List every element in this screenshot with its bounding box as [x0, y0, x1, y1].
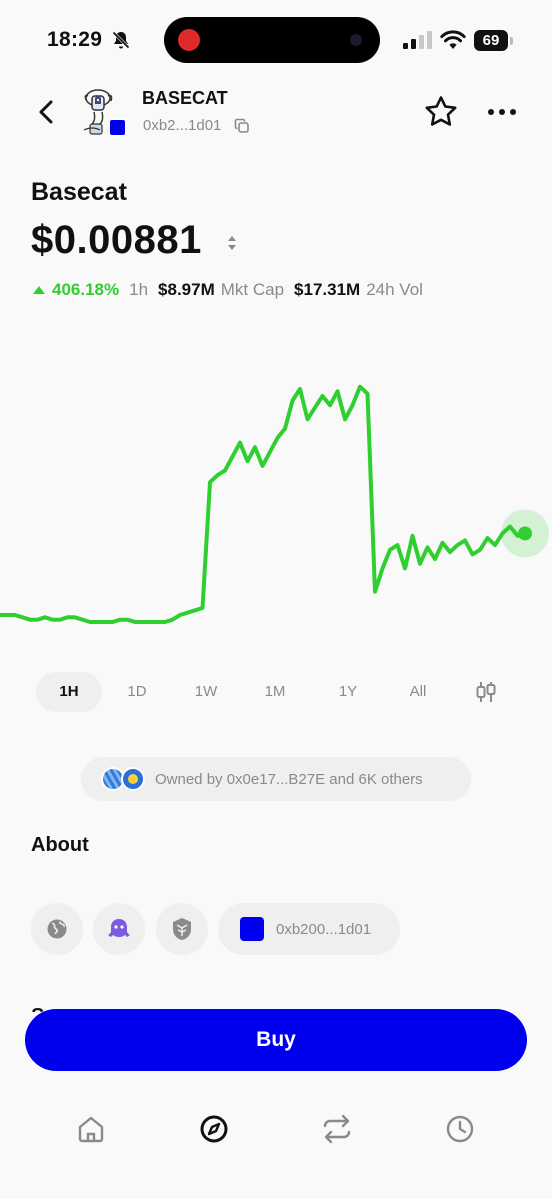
more-dot — [488, 109, 494, 115]
activity-icon — [446, 1115, 474, 1143]
farcaster-icon — [108, 919, 130, 937]
holders-text: Owned by 0x0e17...B27E and 6K others — [155, 770, 423, 788]
timeframe-1m[interactable]: 1M — [242, 672, 308, 712]
explore-icon — [200, 1115, 228, 1143]
contract-address-button[interactable]: 0xb200...1d01 — [218, 903, 400, 955]
nav-activity[interactable] — [443, 1112, 477, 1146]
status-time: 18:29 — [47, 28, 103, 51]
candlestick-icon[interactable] — [474, 680, 498, 704]
website-button[interactable] — [31, 903, 83, 955]
basescan-button[interactable] — [156, 903, 208, 955]
about-heading: About — [31, 834, 89, 856]
wifi-icon — [440, 30, 466, 49]
home-icon — [78, 1116, 104, 1143]
copy-icon[interactable] — [234, 118, 250, 134]
dynamic-island — [164, 17, 380, 63]
status-bar: 18:29 69 — [0, 0, 552, 80]
token-price: $0.00881 — [31, 218, 202, 262]
battery-icon: 69 — [474, 30, 514, 52]
currency-toggle-icon[interactable] — [225, 234, 239, 252]
bell-off-icon — [112, 31, 130, 49]
market-cap-label: Mkt Cap — [220, 280, 285, 299]
chain-swatch — [240, 917, 264, 941]
more-dot — [510, 109, 516, 115]
nav-explore[interactable] — [197, 1112, 231, 1146]
volume-label: 24h Vol — [366, 280, 423, 299]
up-arrow-icon — [33, 285, 45, 294]
header-address[interactable]: 0xb2...1d01 — [143, 117, 221, 134]
current-price-dot — [518, 526, 532, 541]
price-stats: 406.18% 1h $8.97M Mkt Cap $17.31M 24h Vo… — [33, 280, 423, 300]
nav-swap[interactable] — [320, 1112, 354, 1146]
camera-dot — [350, 34, 362, 46]
timeframe-all[interactable]: All — [382, 672, 454, 712]
price-change: 406.18% — [52, 280, 120, 299]
timeframe-selector: All 1Y 1M 1W 1D 1H — [36, 672, 516, 712]
buy-button[interactable]: Buy — [25, 1009, 527, 1071]
change-period: 1h — [129, 280, 149, 299]
market-cap-value: $8.97M — [158, 280, 215, 299]
nav-home[interactable] — [74, 1112, 108, 1146]
timeframe-1y[interactable]: 1Y — [315, 672, 381, 712]
back-button[interactable] — [30, 96, 62, 128]
basescan-icon — [173, 918, 191, 940]
battery-level: 69 — [474, 30, 508, 51]
more-icon[interactable] — [485, 100, 519, 124]
farcaster-button[interactable] — [93, 903, 145, 955]
globe-icon — [47, 919, 67, 939]
timeframe-1w[interactable]: 1W — [173, 672, 239, 712]
recording-indicator — [178, 29, 200, 51]
holder-avatar — [121, 767, 145, 791]
timeframe-1h[interactable]: 1H — [36, 672, 102, 712]
price-chart[interactable] — [0, 330, 552, 660]
star-icon[interactable] — [423, 94, 459, 130]
holders-pill[interactable]: Owned by 0x0e17...B27E and 6K others — [81, 757, 471, 801]
volume-value: $17.31M — [294, 280, 361, 299]
price-line — [0, 384, 527, 624]
chain-badge — [108, 118, 127, 137]
back-icon — [39, 100, 53, 124]
header-token-symbol: BASECAT — [142, 88, 228, 108]
more-dot — [499, 109, 505, 115]
timeframe-1d[interactable]: 1D — [104, 672, 170, 712]
signal-icon — [403, 31, 432, 49]
battery-cap — [510, 37, 513, 45]
holder-avatars — [101, 767, 147, 791]
swap-icon — [323, 1114, 351, 1144]
token-name: Basecat — [31, 178, 127, 206]
contract-address: 0xb200...1d01 — [276, 920, 372, 938]
